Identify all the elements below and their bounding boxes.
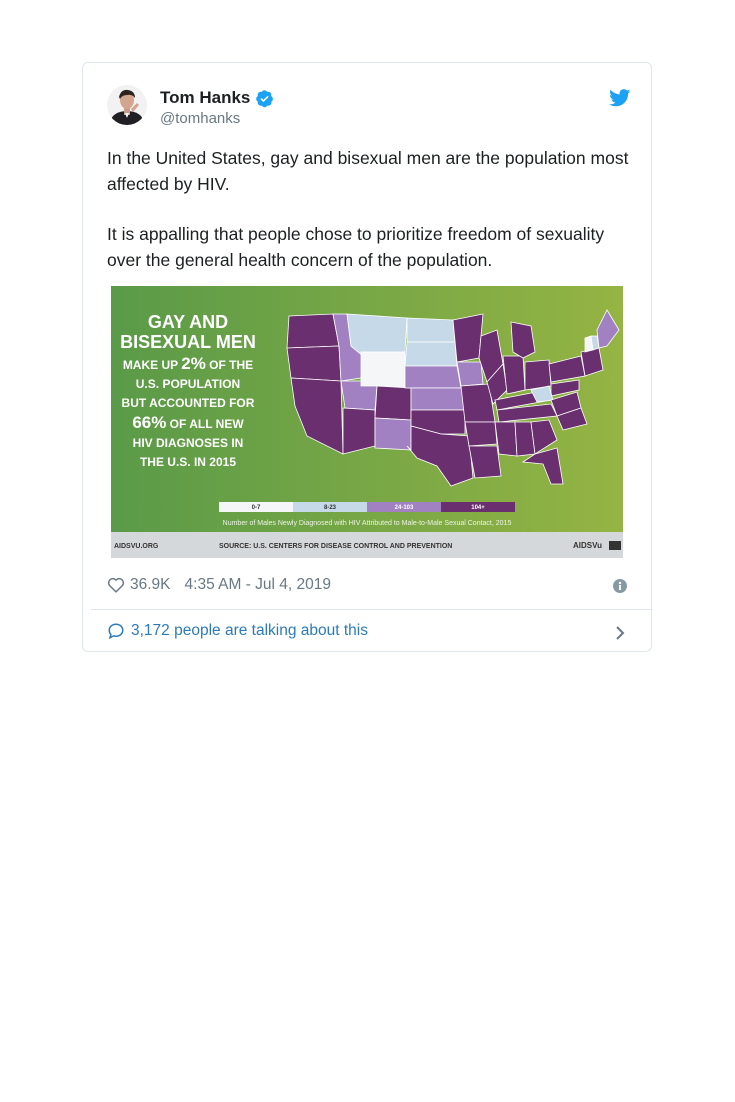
map-state [510,321,536,359]
tweet-text: In the United States, gay and bisexual m… [107,145,635,273]
legend-label: 104+ [471,505,485,511]
legend-label: 0-7 [252,505,261,511]
map-state [502,355,526,395]
legend-caption: Number of Males Newly Diagnosed with HIV… [223,520,512,527]
map-state [374,417,412,451]
legend-label: 8-23 [324,505,337,511]
footer-brand: AIDSVu [573,541,602,550]
map-state [452,313,484,363]
tweet-meta: 36.9K 4:35 AM - Jul 4, 2019 [107,576,331,594]
conversation-link[interactable]: 3,172 people are talking about this [107,622,368,640]
author-handle[interactable]: @tomhanks [160,110,240,127]
map-state [346,313,408,357]
twitter-bird-icon[interactable] [609,89,631,107]
map-state [468,445,502,479]
comment-icon [108,623,124,640]
map-state [456,361,484,387]
map-state [374,385,412,421]
infographic: GAY AND BISEXUAL MEN MAKE UP 2% OF THE U… [111,286,623,558]
map-state [524,359,552,391]
map-state [286,345,342,382]
map-state [494,421,518,457]
info-icon[interactable] [613,579,627,593]
heart-icon[interactable] [107,577,125,593]
like-count[interactable]: 36.9K [130,576,171,594]
map-state [360,351,406,389]
author-row: Tom Hanks [160,88,274,108]
stat-line: U.S. POPULATION [136,377,240,391]
divider [91,609,651,610]
tweet-paragraph: It is appalling that people chose to pri… [107,224,605,270]
tweet-image[interactable]: GAY AND BISEXUAL MEN MAKE UP 2% OF THE U… [111,286,623,558]
footer-site: AIDSVU.ORG [114,543,159,550]
map-state [404,365,462,389]
footer-source: SOURCE: U.S. CENTERS FOR DISEASE CONTROL… [219,543,452,550]
tweet-card: Tom Hanks @tomhanks In the United States… [82,62,652,652]
stat-line: THE U.S. IN 2015 [140,455,236,469]
aidsvu-logo-icon [609,541,621,550]
conversation-link-text[interactable]: 3,172 people are talking about this [131,622,368,640]
stat-line: BUT ACCOUNTED FOR [122,396,255,410]
chevron-right-icon[interactable] [615,625,625,641]
tweet-paragraph: In the United States, gay and bisexual m… [107,148,629,194]
map-state [410,387,466,411]
map-state [286,313,340,349]
headline: BISEXUAL MEN [120,332,256,352]
map-state [342,407,376,455]
verified-icon [256,89,274,107]
map-state [464,421,498,447]
author-name[interactable]: Tom Hanks [160,88,250,108]
headline: GAY AND [148,312,228,332]
stat-line: HIV DIAGNOSES IN [133,436,244,450]
map-state [404,341,458,367]
map-state [406,317,456,343]
tweet-timestamp[interactable]: 4:35 AM - Jul 4, 2019 [185,576,331,594]
legend-label: 24-103 [395,505,414,511]
avatar[interactable] [107,85,147,125]
